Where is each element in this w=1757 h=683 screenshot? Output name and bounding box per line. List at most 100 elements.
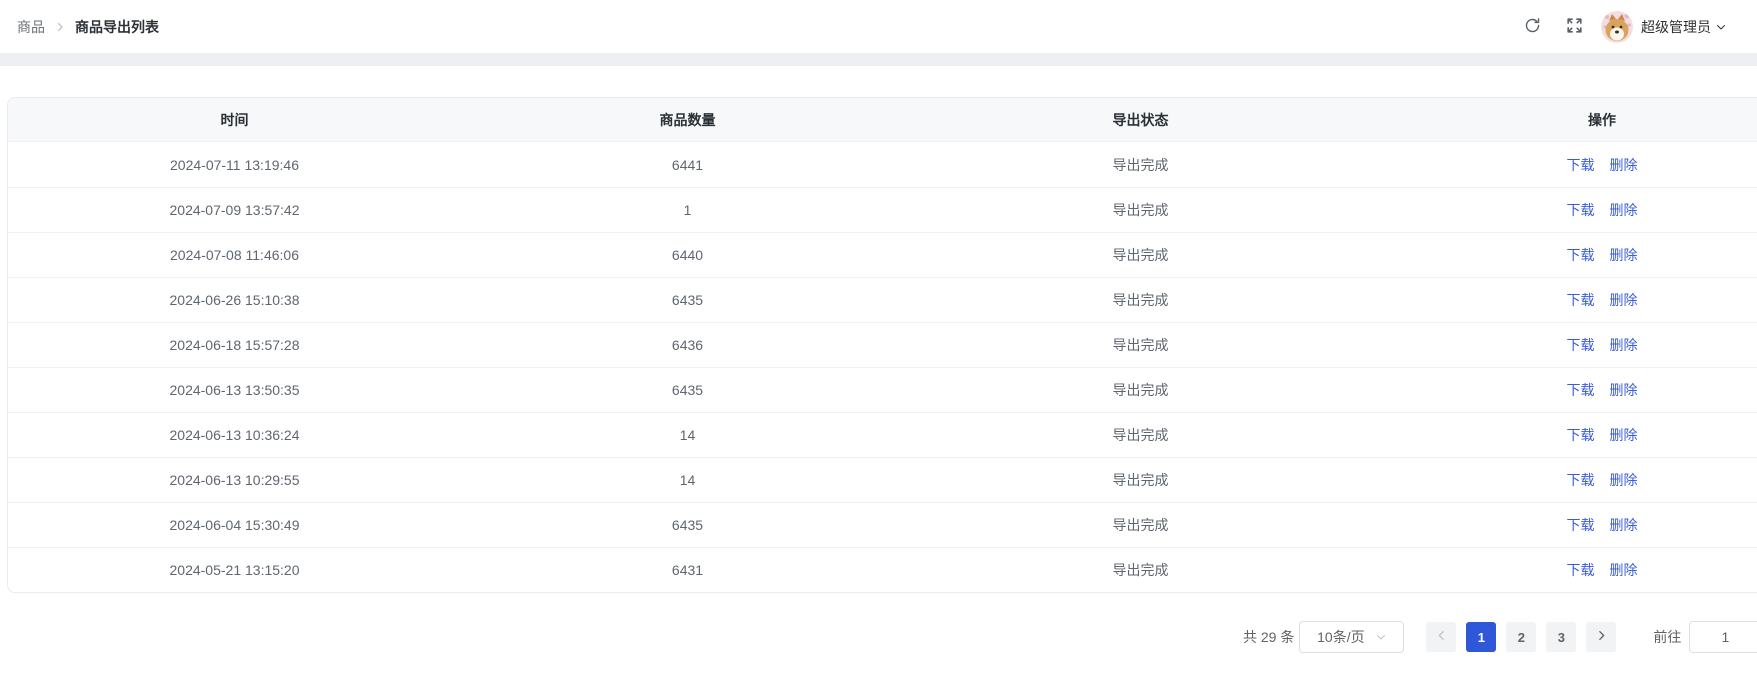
cell-operations: 下载删除 <box>1367 470 1757 490</box>
download-link[interactable]: 下载 <box>1567 562 1595 578</box>
column-header-time: 时间 <box>8 110 461 130</box>
table-row: 2024-06-13 10:36:2414导出完成下载删除 <box>8 412 1757 457</box>
table-row: 2024-07-09 13:57:421导出完成下载删除 <box>8 187 1757 232</box>
delete-link[interactable]: 删除 <box>1610 337 1638 353</box>
cell-time: 2024-06-04 15:30:49 <box>8 517 461 533</box>
cell-operations: 下载删除 <box>1367 560 1757 580</box>
cell-quantity: 6435 <box>461 517 914 533</box>
cell-quantity: 6436 <box>461 337 914 353</box>
cell-status: 导出完成 <box>914 380 1367 400</box>
refresh-icon <box>1524 17 1541 37</box>
page-button-3[interactable]: 3 <box>1546 622 1576 652</box>
cell-status: 导出完成 <box>914 200 1367 220</box>
delete-link[interactable]: 删除 <box>1610 247 1638 263</box>
fullscreen-button[interactable] <box>1565 16 1584 38</box>
download-link[interactable]: 下载 <box>1567 517 1595 533</box>
breadcrumb: 商品 商品导出列表 <box>17 17 159 37</box>
download-link[interactable]: 下载 <box>1567 202 1595 218</box>
cell-status: 导出完成 <box>914 515 1367 535</box>
cell-time: 2024-06-13 10:29:55 <box>8 472 461 488</box>
table-header-row: 时间 商品数量 导出状态 操作 <box>8 98 1757 142</box>
table-row: 2024-07-11 13:19:466441导出完成下载删除 <box>8 142 1757 187</box>
cell-time: 2024-05-21 13:15:20 <box>8 562 461 578</box>
goto-label: 前往 <box>1653 627 1681 647</box>
chevron-right-icon <box>1595 629 1608 645</box>
cell-status: 导出完成 <box>914 425 1367 445</box>
breadcrumb-item-export-list: 商品导出列表 <box>75 17 159 37</box>
export-table-card: 时间 商品数量 导出状态 操作 2024-07-11 13:19:466441导… <box>7 97 1757 593</box>
page-button-1[interactable]: 1 <box>1466 622 1496 652</box>
user-menu[interactable]: 超级管理员 <box>1601 11 1727 43</box>
cell-operations: 下载删除 <box>1367 335 1757 355</box>
pagination: 共 29 条 10条/页 1 2 3 前往 <box>1243 621 1757 653</box>
cell-quantity: 1 <box>461 202 914 218</box>
fullscreen-icon <box>1565 16 1584 38</box>
cell-operations: 下载删除 <box>1367 425 1757 445</box>
delete-link[interactable]: 删除 <box>1610 472 1638 488</box>
breadcrumb-item-products[interactable]: 商品 <box>17 17 45 37</box>
download-link[interactable]: 下载 <box>1567 382 1595 398</box>
chevron-down-icon <box>1715 21 1727 33</box>
download-link[interactable]: 下载 <box>1567 157 1595 173</box>
prev-page-button[interactable] <box>1426 622 1456 652</box>
table-row: 2024-06-13 10:29:5514导出完成下载删除 <box>8 457 1757 502</box>
cell-quantity: 6431 <box>461 562 914 578</box>
delete-link[interactable]: 删除 <box>1610 157 1638 173</box>
delete-link[interactable]: 删除 <box>1610 562 1638 578</box>
delete-link[interactable]: 删除 <box>1610 382 1638 398</box>
delete-link[interactable]: 删除 <box>1610 517 1638 533</box>
cell-time: 2024-06-13 13:50:35 <box>8 382 461 398</box>
cell-quantity: 6435 <box>461 382 914 398</box>
cell-quantity: 6441 <box>461 157 914 173</box>
download-link[interactable]: 下载 <box>1567 337 1595 353</box>
download-link[interactable]: 下载 <box>1567 472 1595 488</box>
top-bar: 商品 商品导出列表 <box>0 0 1757 53</box>
table-row: 2024-05-21 13:15:206431导出完成下载删除 <box>8 547 1757 592</box>
delete-link[interactable]: 删除 <box>1610 427 1638 443</box>
avatar <box>1601 11 1633 43</box>
top-bar-actions: 超级管理员 <box>1500 11 1727 43</box>
column-header-quantity: 商品数量 <box>461 110 914 130</box>
cell-time: 2024-07-09 13:57:42 <box>8 202 461 218</box>
user-name: 超级管理员 <box>1641 17 1711 37</box>
page-button-2[interactable]: 2 <box>1506 622 1536 652</box>
table-row: 2024-07-08 11:46:066440导出完成下载删除 <box>8 232 1757 277</box>
delete-link[interactable]: 删除 <box>1610 292 1638 308</box>
cell-operations: 下载删除 <box>1367 245 1757 265</box>
table-row: 2024-06-04 15:30:496435导出完成下载删除 <box>8 502 1757 547</box>
cell-status: 导出完成 <box>914 560 1367 580</box>
refresh-button[interactable] <box>1524 17 1541 37</box>
download-link[interactable]: 下载 <box>1567 247 1595 263</box>
download-link[interactable]: 下载 <box>1567 292 1595 308</box>
cell-time: 2024-06-26 15:10:38 <box>8 292 461 308</box>
cell-status: 导出完成 <box>914 470 1367 490</box>
delete-link[interactable]: 删除 <box>1610 202 1638 218</box>
table-row: 2024-06-18 15:57:286436导出完成下载删除 <box>8 322 1757 367</box>
page-size-select[interactable]: 10条/页 <box>1299 621 1404 653</box>
cell-time: 2024-07-11 13:19:46 <box>8 157 461 173</box>
next-page-button[interactable] <box>1586 622 1616 652</box>
cell-operations: 下载删除 <box>1367 380 1757 400</box>
cell-time: 2024-07-08 11:46:06 <box>8 247 461 263</box>
cell-time: 2024-06-13 10:36:24 <box>8 427 461 443</box>
goto-page-input[interactable] <box>1689 621 1757 653</box>
column-header-operations: 操作 <box>1367 110 1757 130</box>
cell-operations: 下载删除 <box>1367 200 1757 220</box>
cell-time: 2024-06-18 15:57:28 <box>8 337 461 353</box>
chevron-right-icon <box>54 21 66 33</box>
cell-status: 导出完成 <box>914 245 1367 265</box>
divider-band <box>0 53 1757 66</box>
table-row: 2024-06-13 13:50:356435导出完成下载删除 <box>8 367 1757 412</box>
cell-status: 导出完成 <box>914 290 1367 310</box>
page-size-value: 10条/页 <box>1317 627 1364 647</box>
cell-quantity: 14 <box>461 472 914 488</box>
cell-operations: 下载删除 <box>1367 290 1757 310</box>
column-header-status: 导出状态 <box>914 110 1367 130</box>
pagination-total: 共 29 条 <box>1243 627 1294 647</box>
cell-operations: 下载删除 <box>1367 515 1757 535</box>
cell-status: 导出完成 <box>914 335 1367 355</box>
cell-status: 导出完成 <box>914 155 1367 175</box>
cell-operations: 下载删除 <box>1367 155 1757 175</box>
chevron-left-icon <box>1435 629 1448 645</box>
download-link[interactable]: 下载 <box>1567 427 1595 443</box>
